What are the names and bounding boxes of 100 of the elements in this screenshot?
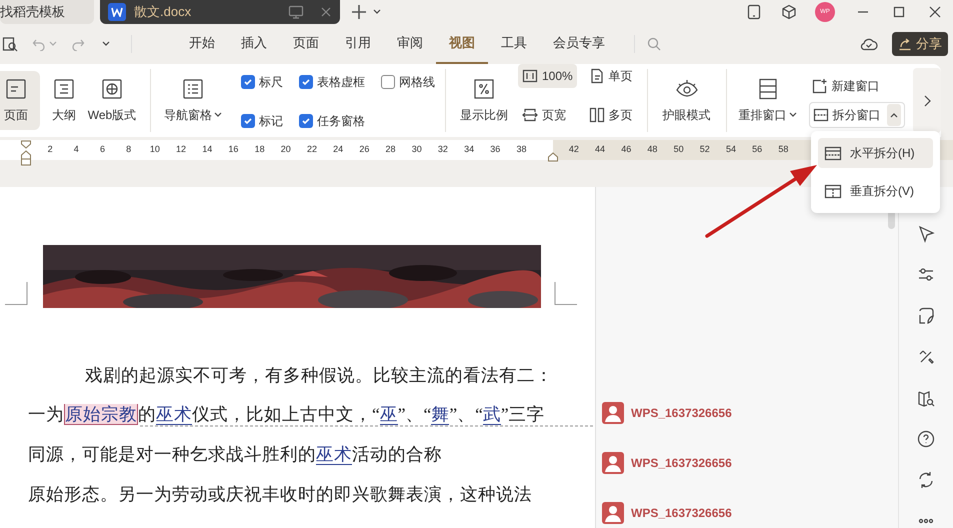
hyperlink[interactable]: 武: [482, 404, 501, 425]
page-view-icon: [4, 78, 28, 100]
user-avatar-icon: [602, 402, 624, 424]
commented-text[interactable]: 原始宗教: [64, 404, 138, 425]
zoom-option[interactable]: 页宽: [518, 102, 577, 126]
zoom-option[interactable]: 单页: [584, 64, 637, 88]
document-text: ”、“: [449, 404, 483, 425]
maximize-icon: [893, 6, 905, 18]
percent-icon: [473, 78, 495, 100]
ruler-number: 8: [125, 143, 132, 156]
navigation-pane-icon: [181, 78, 205, 100]
word-logo-icon: [108, 3, 126, 21]
ruler-number: 16: [227, 143, 240, 156]
close-icon: [320, 6, 332, 18]
tab-title: 散文.docx: [134, 3, 192, 22]
monitor-icon: [288, 5, 304, 19]
book-search-icon[interactable]: [917, 389, 935, 407]
zoom-option[interactable]: 100%: [518, 64, 577, 88]
eye-icon: [674, 78, 699, 100]
ruler-number: 44: [594, 143, 606, 156]
ruler-number: 30: [410, 143, 423, 156]
hyperlink[interactable]: 巫术: [156, 404, 192, 425]
checkbox[interactable]: 网格线: [381, 66, 435, 98]
ruler-number: 46: [620, 143, 632, 156]
ruler-number: 12: [175, 143, 188, 156]
split-window-button[interactable]: 拆分窗口: [808, 102, 905, 128]
eye-protection-button[interactable]: 护眼模式: [658, 64, 716, 137]
help-icon[interactable]: [917, 430, 935, 448]
template-tab[interactable]: 找稻壳模板: [0, 0, 94, 24]
ruler-number: 20: [280, 143, 292, 156]
ruler-number: 36: [489, 143, 502, 156]
tablet-icon: [747, 4, 761, 20]
caret-icon: [788, 112, 797, 118]
ruler-number: 42: [568, 143, 580, 156]
corner-mark-icon: [554, 282, 577, 305]
menu-tab[interactable]: 工具: [488, 24, 540, 64]
new-window-button[interactable]: 新建窗口: [808, 74, 905, 98]
hyperlink[interactable]: 巫术: [316, 444, 352, 465]
comment-author: WPS_1637326656: [631, 505, 732, 522]
hyperlink[interactable]: 巫: [380, 404, 398, 425]
print-preview-icon: [2, 36, 18, 52]
caret-icon: [49, 41, 57, 47]
user-avatar-icon: [602, 452, 624, 474]
menu-item[interactable]: 水平拆分(H): [818, 138, 933, 168]
tools-icon[interactable]: [917, 348, 935, 366]
document-text: 原始形态。另一为劳动或庆祝丰收时的即兴歌舞表演，这种说法: [28, 484, 532, 504]
ruler-number: 34: [463, 143, 476, 156]
view-button[interactable]: 大纲: [44, 64, 84, 137]
caret-icon: [101, 40, 111, 48]
ruler-number: 10: [148, 143, 161, 156]
ruler-number: 18: [254, 143, 266, 156]
leaf-card-icon[interactable]: [917, 307, 935, 325]
zoom-option[interactable]: 多页: [584, 102, 637, 126]
hyperlink[interactable]: 舞: [431, 404, 450, 425]
split-window-icon: [812, 106, 829, 122]
menu-tab[interactable]: 开始: [176, 24, 228, 64]
zoom-button[interactable]: 显示比例: [456, 64, 512, 137]
document-text: 仪式，比如上古中文，“: [192, 404, 380, 425]
plus-icon: [350, 3, 368, 21]
view-button[interactable]: Web版式: [84, 64, 140, 137]
horizontal-split-icon: [824, 144, 842, 162]
menu-tab[interactable]: 会员专享: [540, 24, 618, 64]
menu-tab[interactable]: 审阅: [384, 24, 436, 64]
document-tab[interactable]: 散文.docx: [100, 0, 340, 24]
checkbox[interactable]: 任务窗格: [299, 106, 365, 137]
user-avatar-icon: [602, 502, 624, 524]
rearrange-button[interactable]: 重排窗口: [736, 64, 799, 137]
share-button[interactable]: 分享: [892, 32, 948, 56]
menu-tab[interactable]: 引用: [332, 24, 384, 64]
search-icon: [647, 37, 661, 51]
ruler-number: 48: [646, 143, 658, 156]
menu-item[interactable]: 垂直拆分(V): [818, 176, 933, 206]
page-width-icon: [522, 106, 538, 122]
ruler-number: 56: [751, 143, 764, 156]
caret-icon: [372, 8, 382, 16]
caret-up-icon: [890, 112, 898, 118]
ruler-number: 28: [384, 143, 397, 156]
checkbox[interactable]: 标记: [241, 106, 283, 137]
ruler-number: 58: [777, 143, 790, 156]
checkmark-icon: [301, 76, 311, 87]
comment-author: WPS_1637326656: [631, 405, 732, 422]
checkmark-icon: [243, 76, 253, 87]
one-to-one-icon: [522, 68, 538, 84]
checkbox[interactable]: 标尺: [241, 66, 283, 98]
ruler-number: 26: [358, 143, 370, 156]
chevron-right-icon: [923, 94, 931, 106]
view-button[interactable]: 页面: [0, 71, 40, 130]
multi-page-icon: [588, 106, 605, 122]
checkbox[interactable]: 表格虚框: [299, 66, 365, 98]
ruler-number: 14: [201, 143, 214, 156]
menu-tab[interactable]: 插入: [228, 24, 280, 64]
menu-tab[interactable]: 页面: [280, 24, 332, 64]
document-text: 戏剧的起源实不可考，有多种假说。比较主流的看法有二：: [85, 365, 553, 385]
pointer-icon[interactable]: [917, 225, 935, 243]
ruler-number: 38: [515, 143, 528, 156]
document-text: 的: [138, 404, 156, 425]
caret-icon: [214, 112, 222, 118]
share-icon: [898, 37, 912, 51]
navigation-pane-button[interactable]: 导航窗格: [161, 64, 225, 137]
checkmark-icon: [301, 116, 311, 126]
